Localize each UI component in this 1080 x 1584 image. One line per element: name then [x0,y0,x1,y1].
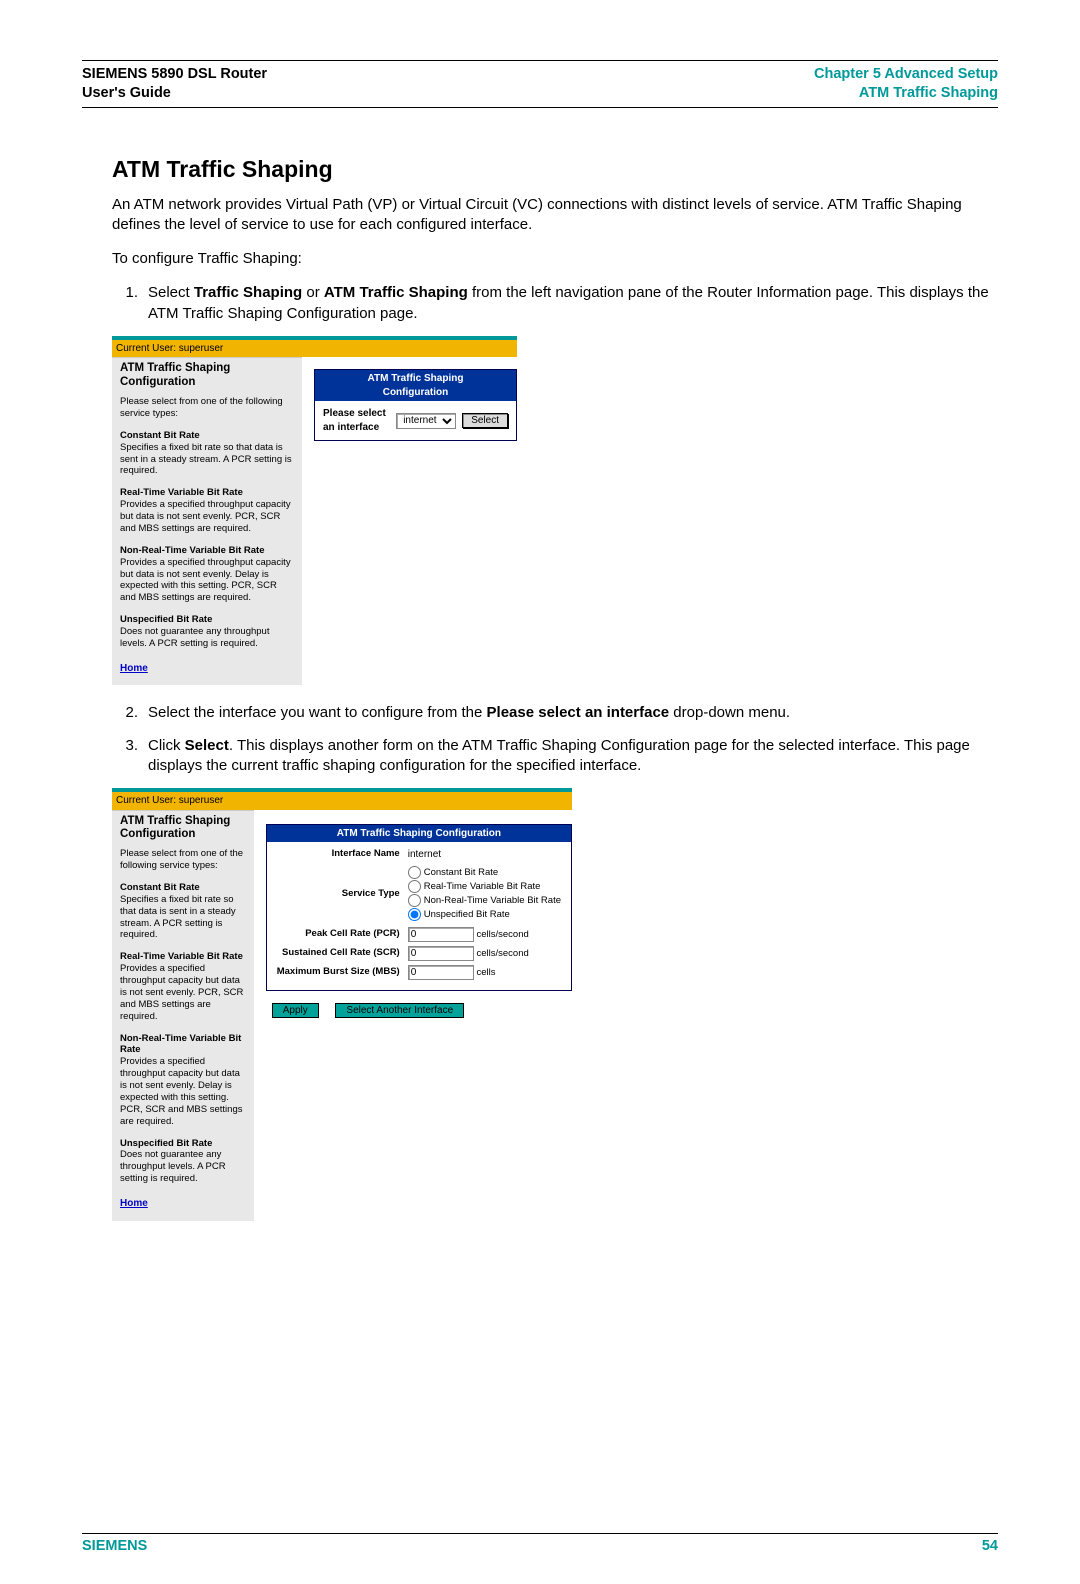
header-left: SIEMENS 5890 DSL Router User's Guide [82,65,267,103]
pcr-input[interactable] [408,927,474,942]
radio-rt[interactable]: Real-Time Variable Bit Rate [408,880,561,894]
config-box: ATM Traffic Shaping Configuration Please… [314,369,517,441]
header-right: Chapter 5 Advanced Setup ATM Traffic Sha… [814,65,998,103]
iface-name-label: Interface Name [273,846,404,864]
lead-text: To configure Traffic Shaping: [112,249,998,269]
config-box-2: ATM Traffic Shaping Configuration Interf… [266,824,572,991]
select-interface-label: Please select an interface [323,407,390,434]
mbs-input[interactable] [408,965,474,980]
footer-brand: SIEMENS [82,1538,147,1554]
radio-ubr[interactable]: Unspecified Bit Rate [408,908,561,922]
home-link[interactable]: Home [120,662,148,676]
footer-page: 54 [982,1538,998,1554]
current-user-bar: Current User: superuser [112,340,517,358]
service-type-label: Service Type [273,864,404,925]
radio-cbr[interactable]: Constant Bit Rate [408,866,561,880]
screenshot-2: Current User: superuser ATM Traffic Shap… [112,788,572,1220]
select-button[interactable]: Select [462,413,508,428]
config-title-2: ATM Traffic Shaping Configuration [267,825,571,843]
step-2: 2. Select the interface you want to conf… [112,703,998,723]
pcr-label: Peak Cell Rate (PCR) [273,925,404,944]
intro-text: An ATM network provides Virtual Path (VP… [112,195,998,236]
mbs-label: Maximum Burst Size (MBS) [273,963,404,982]
interface-select[interactable]: internet [396,413,456,429]
apply-button[interactable]: Apply [272,1003,319,1018]
chapter-title: Chapter 5 Advanced Setup [814,66,998,82]
step-3: 3. Click Select. This displays another f… [112,736,998,777]
current-user-bar-2: Current User: superuser [112,792,572,810]
home-link-2[interactable]: Home [120,1197,148,1211]
iface-name-value: internet [404,846,565,864]
scr-label: Sustained Cell Rate (SCR) [273,944,404,963]
page-title: ATM Traffic Shaping [112,156,998,183]
screenshot-1: Current User: superuser ATM Traffic Shap… [112,336,517,685]
radio-nrt[interactable]: Non-Real-Time Variable Bit Rate [408,894,561,908]
select-another-button[interactable]: Select Another Interface [335,1003,464,1018]
side-help-panel-2: ATM Traffic Shaping Configuration Please… [112,810,254,1221]
scr-input[interactable] [408,946,474,961]
section-title: ATM Traffic Shaping [859,85,998,101]
config-title: ATM Traffic Shaping Configuration [315,370,516,401]
step-1: 1. Select Traffic Shaping or ATM Traffic… [112,283,998,324]
side-help-panel: ATM Traffic Shaping Configuration Please… [112,357,302,685]
doc-subtitle: User's Guide [82,85,171,101]
doc-title: SIEMENS 5890 DSL Router [82,66,267,82]
